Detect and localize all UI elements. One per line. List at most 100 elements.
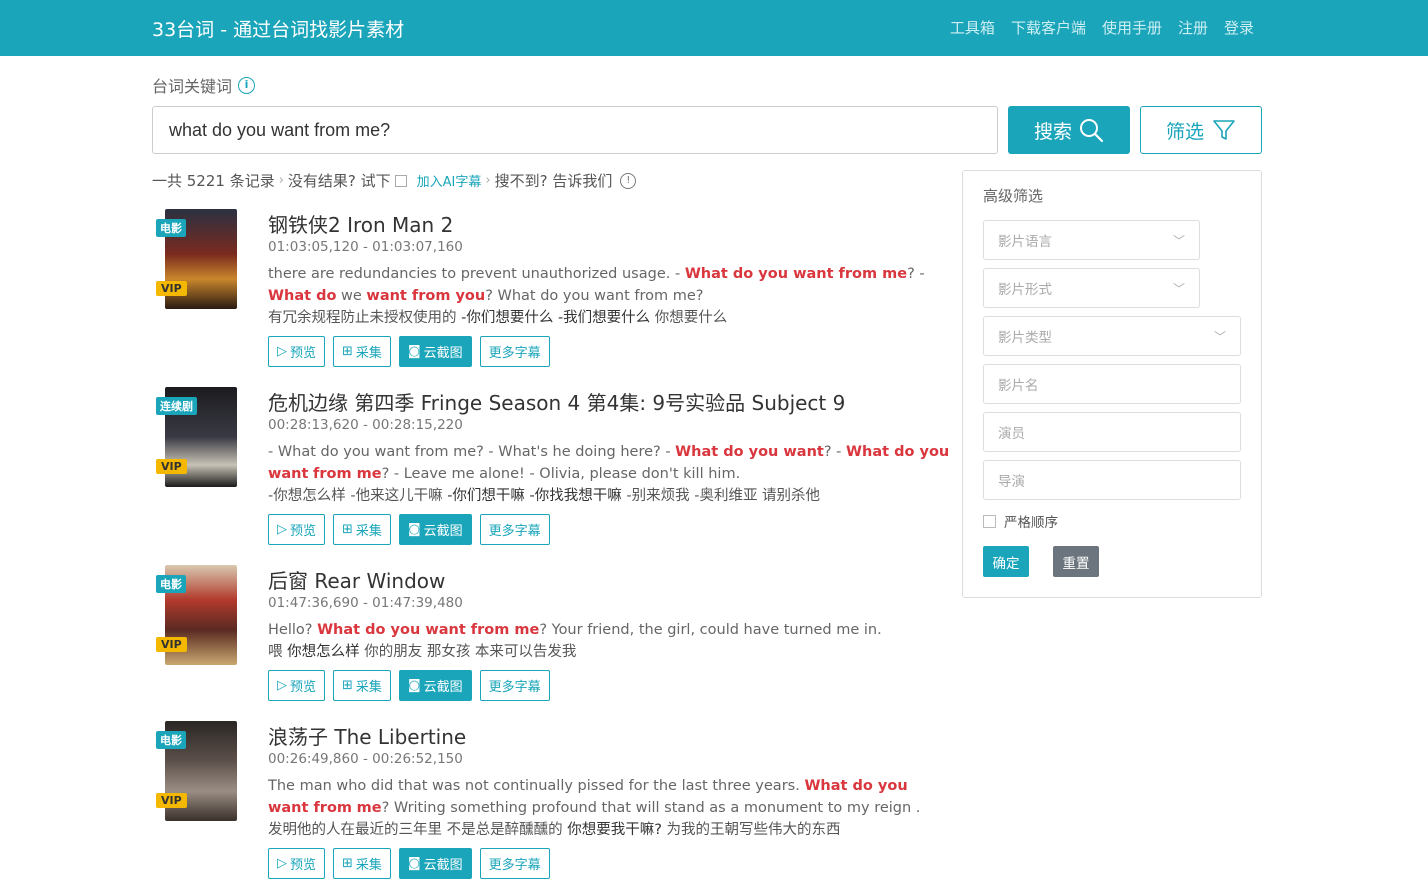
- subtitle-text: 喂: [268, 644, 288, 660]
- collect-label: 采集: [355, 680, 382, 695]
- subtitle-match: What do: [268, 288, 337, 304]
- result-title[interactable]: 危机边缘 第四季 Fringe Season 4 第4集: 9号实验品 Subj…: [268, 387, 845, 416]
- vip-badge: VIP: [156, 793, 187, 808]
- preview-button[interactable]: ▷ 预览: [268, 336, 326, 367]
- nav-manual[interactable]: 使用手册: [1102, 17, 1162, 38]
- nav-register[interactable]: 注册: [1178, 17, 1208, 38]
- collect-button[interactable]: ⊞ 采集: [333, 336, 391, 367]
- cloud-screenshot-button[interactable]: ◙ 云截图: [398, 514, 472, 545]
- subtitle-text: ? -: [823, 444, 847, 460]
- subtitle-match: -你们想要什么 -我们想要什么: [461, 310, 655, 326]
- chevron-down-icon: ﹀: [1172, 233, 1185, 248]
- subtitle-text: 为我的王朝写些伟大的东西: [666, 822, 841, 838]
- search-button[interactable]: 搜索: [1008, 106, 1130, 154]
- preview-button[interactable]: ▷ 预览: [268, 670, 326, 701]
- search-input[interactable]: [152, 106, 998, 154]
- language-select[interactable]: 影片语言 ﹀: [983, 220, 1200, 260]
- top-navbar: 33台词 - 通过台词找影片素材 工具箱 下载客户端 使用手册 注册 登录: [0, 0, 1428, 56]
- preview-label: 预览: [290, 680, 317, 695]
- type-badge: 电影: [156, 219, 186, 237]
- result-english-subtitle: Hello? What do you want from me? Your fr…: [268, 619, 950, 641]
- collect-button[interactable]: ⊞ 采集: [333, 514, 391, 545]
- bookmark-plus-icon: ⊞: [342, 856, 353, 871]
- cloud-screenshot-button[interactable]: ◙ 云截图: [398, 848, 472, 879]
- subtitle-text: 发明他的人在最近的三年里 不是总是醉醺醺的: [268, 822, 568, 838]
- subtitle-text: ? -: [907, 266, 925, 282]
- ai-subtitle-link[interactable]: 加入AI字幕: [417, 171, 482, 190]
- alert-icon[interactable]: !: [620, 172, 637, 189]
- type-badge: 连续剧: [156, 397, 197, 415]
- subtitle-text: we: [336, 288, 367, 304]
- actor-input[interactable]: 演员: [983, 412, 1241, 452]
- subtitle-text: Hello?: [268, 622, 318, 638]
- nav-login[interactable]: 登录: [1224, 17, 1254, 38]
- collect-button[interactable]: ⊞ 采集: [333, 670, 391, 701]
- more-subtitles-button[interactable]: 更多字幕: [479, 336, 550, 367]
- result-actions: ▷ 预览 ⊞ 采集 ◙ 云截图 更多字幕: [268, 848, 550, 879]
- confirm-button[interactable]: 确定: [983, 546, 1029, 577]
- more-subtitles-label: 更多字幕: [488, 524, 541, 539]
- type-badge: 电影: [156, 731, 186, 749]
- cloud-screenshot-label: 云截图: [423, 346, 463, 361]
- more-subtitles-button[interactable]: 更多字幕: [479, 848, 550, 879]
- result-title[interactable]: 后窗 Rear Window: [268, 565, 445, 594]
- preview-button[interactable]: ▷ 预览: [268, 514, 326, 545]
- more-subtitles-button[interactable]: 更多字幕: [479, 670, 550, 701]
- collect-label: 采集: [355, 346, 382, 361]
- bookmark-plus-icon: ⊞: [342, 522, 353, 537]
- subtitle-match: What do you want from me: [317, 622, 540, 638]
- subtitle-match: want from you: [366, 288, 486, 304]
- subtitle-text: ? Writing something profound that will s…: [381, 800, 921, 816]
- genre-select[interactable]: 影片类型 ﹀: [983, 316, 1241, 356]
- film-name-input[interactable]: 影片名: [983, 364, 1241, 404]
- subtitle-match: 你想怎么样: [287, 644, 365, 660]
- subtitle-match: What do you want: [675, 444, 824, 460]
- info-icon[interactable]: i: [238, 76, 256, 94]
- cloud-screenshot-label: 云截图: [423, 680, 463, 695]
- film-name-placeholder: 影片名: [998, 378, 1039, 394]
- result-timecode: 00:26:49,860 - 00:26:52,150: [268, 751, 463, 767]
- top-nav: 工具箱 下载客户端 使用手册 注册 登录: [950, 17, 1254, 38]
- result-english-subtitle: - What do you want from me? - What's he …: [268, 441, 950, 485]
- format-select[interactable]: 影片形式 ﹀: [983, 268, 1200, 308]
- result-title[interactable]: 钢铁侠2 Iron Man 2: [268, 209, 453, 238]
- strict-order-option[interactable]: 严格顺序: [983, 511, 1058, 531]
- subtitle-text: -你想怎么样 -他来这儿干嘛: [268, 488, 448, 504]
- chevron-down-icon: ﹀: [1213, 329, 1226, 344]
- result-summary: 一共 5221 条记录 › 没有结果? 试下 加入AI字幕 › 搜不到? 告诉我…: [152, 170, 637, 191]
- result-actions: ▷ 预览 ⊞ 采集 ◙ 云截图 更多字幕: [268, 514, 550, 545]
- filter-button[interactable]: 筛选: [1140, 106, 1262, 154]
- strict-order-checkbox[interactable]: [983, 514, 996, 528]
- subtitle-match: -你们想干嘛 -你找我想干嘛: [447, 488, 627, 504]
- not-found-feedback[interactable]: 搜不到? 告诉我们: [495, 170, 613, 191]
- more-subtitles-button[interactable]: 更多字幕: [479, 514, 550, 545]
- cloud-screenshot-button[interactable]: ◙ 云截图: [398, 336, 472, 367]
- vip-badge: VIP: [156, 637, 187, 652]
- preview-label: 预览: [290, 346, 317, 361]
- nav-toolbox[interactable]: 工具箱: [950, 17, 995, 38]
- nav-download-client[interactable]: 下载客户端: [1011, 17, 1086, 38]
- advanced-filter-title: 高级筛选: [983, 187, 1044, 205]
- result-chinese-subtitle: 喂 你想怎么样 你的朋友 那女孩 本来可以告发我: [268, 641, 576, 663]
- preview-button[interactable]: ▷ 预览: [268, 848, 326, 879]
- result-english-subtitle: The man who did that was not continually…: [268, 775, 950, 819]
- genre-select-placeholder: 影片类型: [998, 330, 1052, 346]
- subtitle-text: ? - Leave me alone! - Olivia, please don…: [381, 466, 741, 482]
- reset-button[interactable]: 重置: [1053, 546, 1099, 577]
- collect-button[interactable]: ⊞ 采集: [333, 848, 391, 879]
- cloud-screenshot-button[interactable]: ◙ 云截图: [398, 670, 472, 701]
- subtitle-text: - What do you want from me? - What's he …: [268, 444, 676, 460]
- filter-button-label: 筛选: [1165, 121, 1204, 143]
- subtitle-text: 你的朋友 那女孩 本来可以告发我: [364, 644, 577, 660]
- cloud-screenshot-label: 云截图: [423, 858, 463, 873]
- result-title[interactable]: 浪荡子 The Libertine: [268, 721, 466, 750]
- ai-subtitle-checkbox[interactable]: [394, 174, 407, 187]
- funnel-icon: [1213, 120, 1235, 140]
- site-brand[interactable]: 33台词 - 通过台词找影片素材: [152, 15, 404, 42]
- result-chinese-subtitle: -你想怎么样 -他来这儿干嘛 -你们想干嘛 -你找我想干嘛 -别来烦我 -奥利维…: [268, 485, 820, 507]
- director-input[interactable]: 导演: [983, 460, 1241, 500]
- type-badge: 电影: [156, 575, 186, 593]
- play-icon: ▷: [277, 856, 287, 871]
- subtitle-text: ? What do you want from me?: [485, 288, 704, 304]
- collect-label: 采集: [355, 858, 382, 873]
